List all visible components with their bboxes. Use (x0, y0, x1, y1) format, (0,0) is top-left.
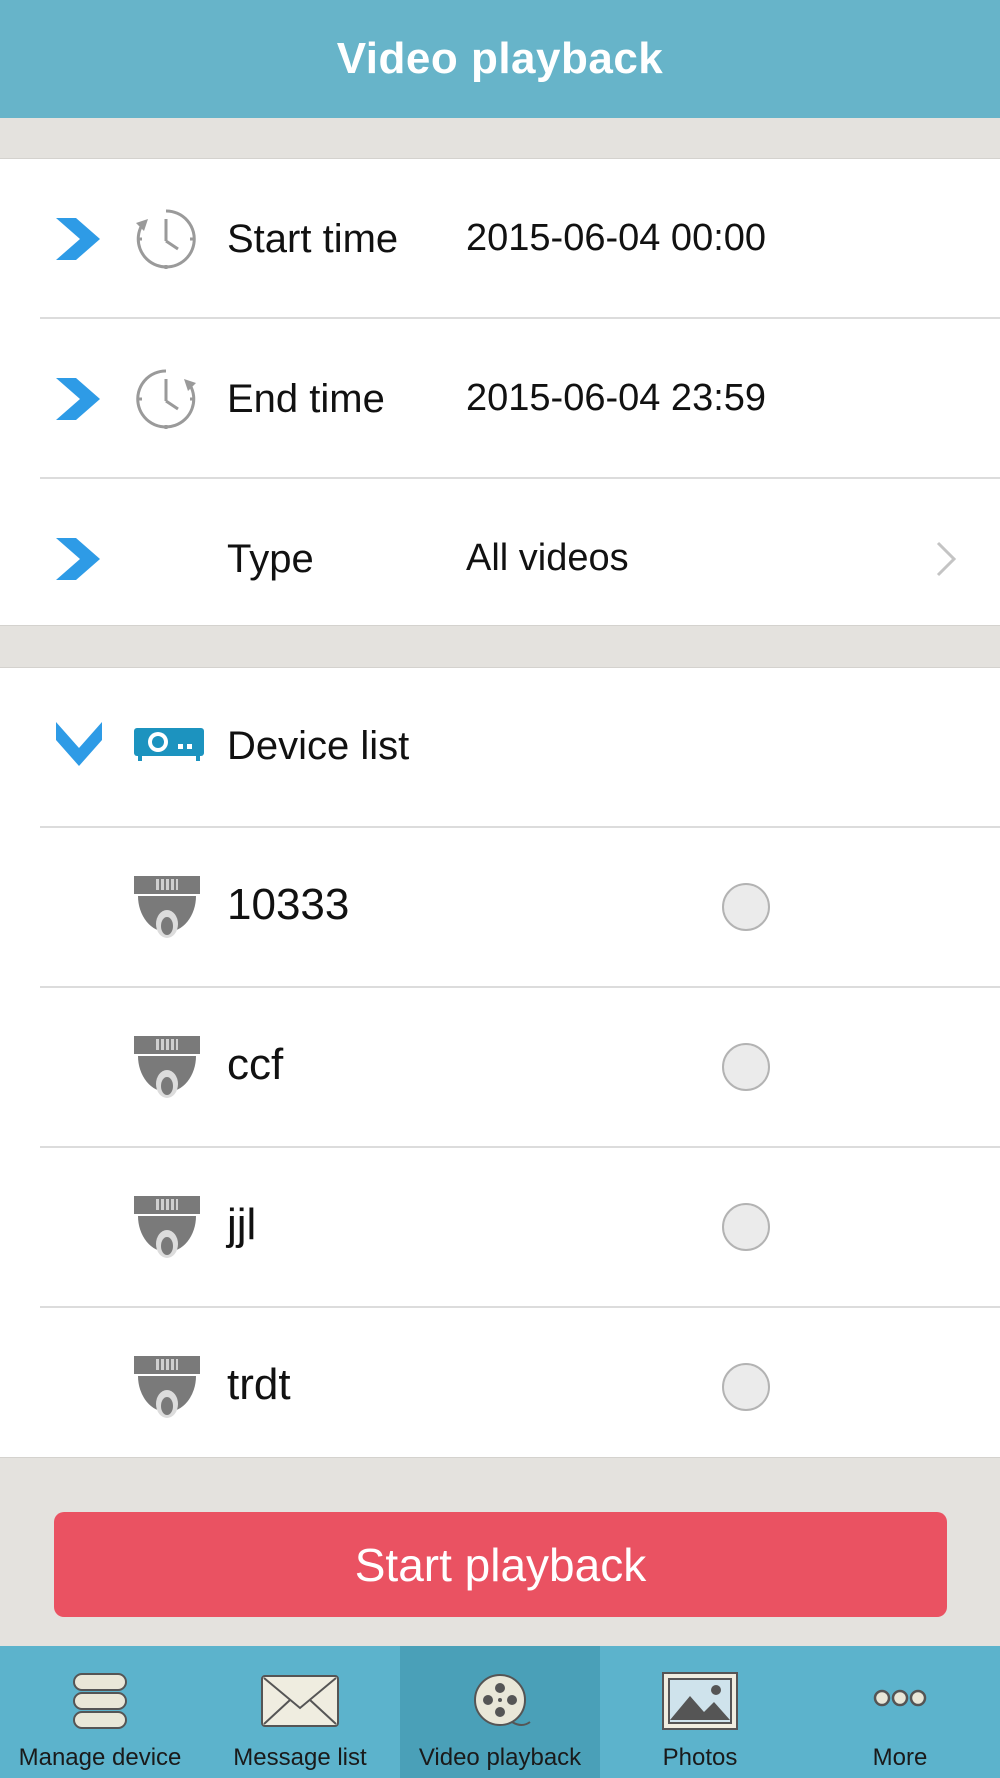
type-value: All videos (466, 537, 629, 579)
expand-arrow-icon (56, 538, 100, 580)
tab-label: More (872, 1744, 928, 1771)
device-row[interactable]: jjl (0, 1148, 1000, 1308)
type-row[interactable]: Type All videos (0, 479, 1000, 627)
page-title: Video playback (336, 34, 664, 83)
device-radio[interactable] (722, 883, 770, 931)
type-label: Type (227, 537, 314, 581)
filter-section: Start time 2015-06-04 00:00 End time 201… (0, 158, 1000, 626)
device-row[interactable]: ccf (0, 988, 1000, 1148)
device-radio[interactable] (722, 1203, 770, 1251)
nav-bar: Video playback (0, 0, 1000, 118)
tab-label: Manage device (18, 1744, 182, 1771)
clock-icon (136, 209, 196, 269)
tab-label: Video playback (418, 1744, 582, 1771)
database-icon (73, 1673, 127, 1729)
clock-icon (136, 369, 196, 429)
tab-video-playback[interactable]: Video playback (400, 1646, 600, 1778)
film-reel-icon (474, 1674, 531, 1726)
tab-message-list[interactable]: Message list (200, 1646, 400, 1778)
tab-label: Message list (233, 1744, 367, 1771)
device-radio[interactable] (722, 1043, 770, 1091)
device-radio[interactable] (722, 1363, 770, 1411)
expand-arrow-icon (56, 378, 100, 420)
dome-camera-icon (134, 1196, 200, 1258)
more-dots-icon (873, 1689, 927, 1707)
tab-more[interactable]: More (800, 1646, 1000, 1778)
device-name: trdt (227, 1360, 291, 1409)
device-name: 10333 (227, 880, 350, 929)
end-time-label: End time (227, 377, 385, 421)
chevron-right-icon (936, 541, 957, 577)
envelope-icon (261, 1675, 339, 1727)
start-time-row[interactable]: Start time 2015-06-04 00:00 (0, 159, 1000, 319)
device-section: Device list 10333 ccf jjl trdt (0, 667, 1000, 1458)
expand-arrow-icon (56, 218, 100, 260)
dome-camera-icon (134, 876, 200, 938)
device-name: ccf (227, 1040, 284, 1089)
end-time-value: 2015-06-04 23:59 (466, 377, 767, 419)
dome-camera-icon (134, 1036, 200, 1098)
projector-icon (134, 728, 204, 761)
device-list-label: Device list (227, 724, 410, 768)
dome-camera-icon (134, 1356, 200, 1418)
start-time-value: 2015-06-04 00:00 (466, 217, 767, 259)
device-row[interactable]: 10333 (0, 828, 1000, 988)
collapse-arrow-icon (56, 722, 102, 766)
tab-manage-device[interactable]: Manage device (0, 1646, 200, 1778)
picture-icon (662, 1672, 738, 1730)
tab-photos[interactable]: Photos (600, 1646, 800, 1778)
start-playback-button[interactable]: Start playback (54, 1512, 947, 1617)
device-row[interactable]: trdt (0, 1308, 1000, 1468)
end-time-row[interactable]: End time 2015-06-04 23:59 (0, 319, 1000, 479)
start-time-label: Start time (227, 217, 399, 261)
device-list-header[interactable]: Device list (0, 668, 1000, 828)
device-name: jjl (227, 1200, 257, 1249)
tab-bar: Manage device Message list Video playbac… (0, 1646, 1000, 1778)
tab-label: Photos (662, 1744, 738, 1771)
